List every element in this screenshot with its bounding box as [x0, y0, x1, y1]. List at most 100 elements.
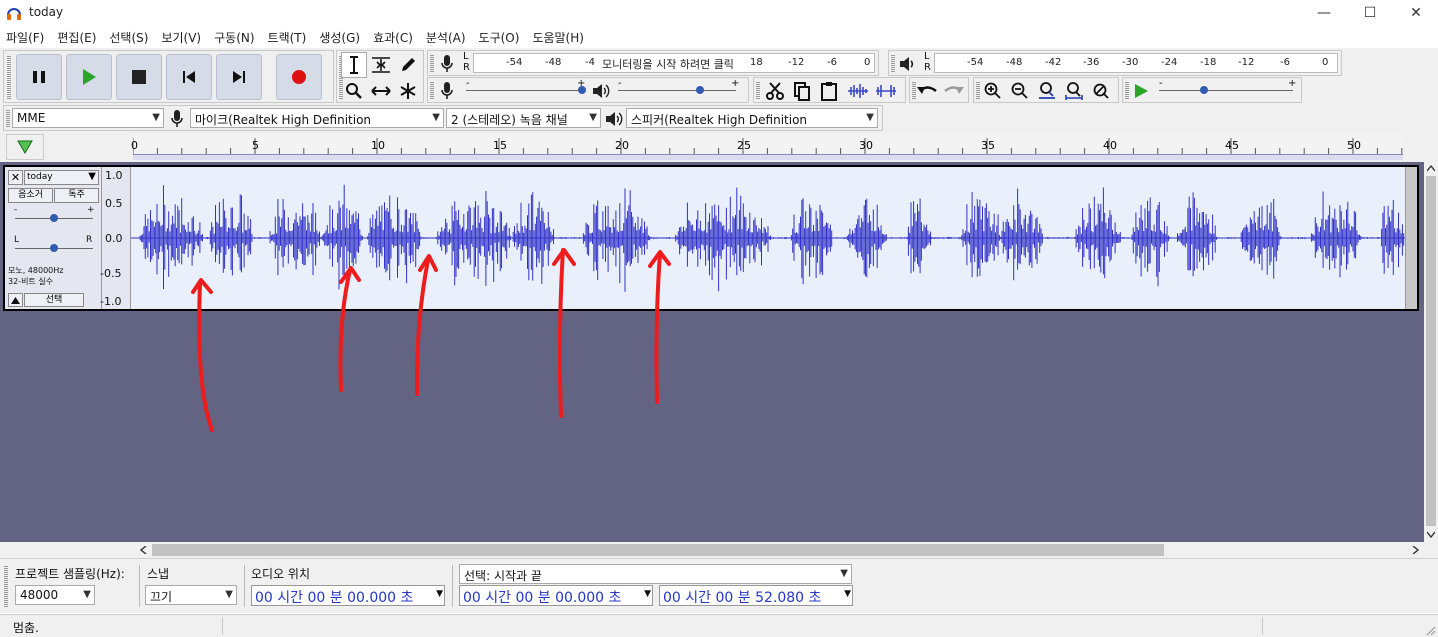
skip-to-start-button[interactable] — [166, 54, 212, 100]
toolbar-grip[interactable] — [891, 54, 895, 73]
menu-analyze[interactable]: 분석(A) — [420, 29, 473, 46]
multi-tool-button[interactable] — [395, 78, 421, 104]
pause-button[interactable] — [16, 54, 62, 100]
zoom-in-button[interactable] — [980, 78, 1006, 104]
microphone-icon[interactable] — [440, 54, 454, 74]
draw-tool-button[interactable] — [395, 52, 421, 78]
slider-track — [466, 90, 582, 91]
scrollbar-thumb[interactable] — [1426, 176, 1436, 526]
scroll-up-icon[interactable] — [1427, 165, 1435, 173]
playback-device-value: 스피커(Realtek High Definition — [631, 113, 808, 127]
slider-thumb[interactable] — [578, 86, 586, 94]
meter-tick: 0 — [864, 57, 871, 68]
speaker-icon — [606, 112, 623, 126]
meter-tick: -54 — [967, 57, 984, 68]
playback-speed-slider[interactable]: - + — [1157, 78, 1297, 100]
pinned-play-head-box[interactable] — [6, 134, 44, 160]
microphone-icon — [171, 110, 183, 127]
track-panel[interactable]: ✕ today ▼ 음소거 독주 - + L R 모노, 48000Hz 32-… — [0, 162, 1424, 542]
toolbar-grip[interactable] — [430, 81, 434, 100]
meter-tick: -48 — [545, 57, 562, 68]
toolbar-grip[interactable] — [4, 565, 8, 607]
envelope-tool-button[interactable] — [368, 52, 394, 78]
recording-device-select[interactable]: 마이크(Realtek High Definition ▼ — [190, 108, 444, 128]
undo-button[interactable] — [914, 78, 940, 104]
playback-meter[interactable]: -54 -48 -42 -36 -30 -24 -18 -12 -6 0 — [934, 53, 1338, 73]
stop-button[interactable] — [116, 54, 162, 100]
menu-select[interactable]: 선택(S) — [103, 29, 155, 46]
resize-grip-icon[interactable] — [1424, 624, 1436, 636]
horizontal-scrollbar[interactable] — [0, 542, 1438, 558]
slider-track — [618, 90, 736, 91]
fit-project-button[interactable] — [1061, 78, 1087, 104]
selection-tool-button[interactable] — [341, 52, 367, 78]
playback-device-select[interactable]: 스피커(Realtek High Definition ▼ — [626, 108, 878, 128]
slider-thumb[interactable] — [1200, 86, 1208, 94]
audio-position-timecode[interactable]: 00 시간 00 분 00.000 초 ▼ — [251, 585, 445, 606]
timeline-ruler[interactable]: 0 5 10 15 20 25 30 35 40 45 50 — [0, 132, 1438, 162]
scrollbar-thumb[interactable] — [152, 544, 1164, 556]
menu-generate[interactable]: 생성(G) — [313, 29, 367, 46]
record-button[interactable] — [276, 54, 322, 100]
close-button[interactable]: ✕ — [1393, 0, 1438, 26]
maximize-button[interactable]: ☐ — [1347, 0, 1393, 26]
record-meter[interactable]: -54 -48 -4 모니터링을 시작 하려면 클릭 18 -12 -6 0 — [473, 53, 875, 73]
time-shift-tool-button[interactable] — [368, 78, 394, 104]
meter-right-label: R — [924, 62, 931, 73]
trim-button[interactable] — [845, 78, 871, 104]
zoom-tool-button[interactable] — [341, 78, 367, 104]
recording-volume-slider[interactable]: - + — [464, 78, 586, 100]
selection-mode-select[interactable]: 선택: 시작과 끝 ▼ — [459, 564, 852, 584]
scroll-right-icon[interactable] — [1411, 546, 1419, 554]
scroll-left-icon[interactable] — [140, 546, 148, 554]
chevron-down-icon: ▼ — [436, 589, 443, 599]
monitor-hint: 모니터링을 시작 하려면 클릭 — [602, 58, 734, 71]
snap-label: 스냅 — [147, 567, 170, 581]
play-at-speed-button[interactable] — [1128, 78, 1154, 104]
speaker-icon[interactable] — [899, 55, 917, 73]
red-annotation-arrows — [191, 248, 671, 432]
double-arrow-icon — [371, 86, 391, 96]
fit-selection-button[interactable] — [1034, 78, 1060, 104]
annotation-arrow — [414, 254, 438, 396]
zoom-toggle-button[interactable] — [1088, 78, 1114, 104]
menu-effect[interactable]: 효과(C) — [367, 29, 420, 46]
menu-edit[interactable]: 편집(E) — [51, 29, 103, 46]
selection-start-value: 00 시간 00 분 00.000 초 — [463, 590, 622, 606]
i-beam-icon — [350, 56, 358, 74]
redo-button[interactable] — [941, 78, 967, 104]
selection-start-timecode[interactable]: 00 시간 00 분 00.000 초 ▼ — [459, 585, 653, 606]
copy-button[interactable] — [789, 78, 815, 104]
menu-help[interactable]: 도움말(H) — [526, 29, 591, 46]
meter-tick: -30 — [1122, 57, 1139, 68]
toolbar-grip[interactable] — [430, 54, 434, 73]
snap-select[interactable]: 끄기 ▼ — [145, 585, 237, 605]
ruler-scale[interactable]: 0 5 10 15 20 25 30 35 40 45 50 — [131, 134, 1403, 160]
divider — [139, 565, 140, 607]
project-rate-select[interactable]: 48000 ▼ — [15, 585, 95, 605]
playback-volume-slider[interactable]: - + — [616, 78, 740, 100]
zoom-out-button[interactable] — [1007, 78, 1033, 104]
menu-view[interactable]: 보기(V) — [155, 29, 208, 46]
toolbar-grip[interactable] — [6, 109, 10, 128]
menu-file[interactable]: 파일(F) — [0, 29, 51, 46]
vertical-scrollbar[interactable] — [1424, 162, 1438, 542]
menu-tools[interactable]: 도구(O) — [473, 29, 527, 46]
minimize-button[interactable]: — — [1301, 0, 1347, 26]
toolbar-grip[interactable] — [756, 81, 760, 100]
toolbar-grip[interactable] — [7, 55, 11, 99]
selection-end-timecode[interactable]: 00 시간 00 분 52.080 초 ▼ — [659, 585, 853, 606]
audio-host-select[interactable]: MME ▼ — [12, 108, 164, 128]
menu-transport[interactable]: 구동(N) — [208, 29, 261, 46]
play-button[interactable] — [66, 54, 112, 100]
cut-button[interactable] — [762, 78, 788, 104]
slider-thumb[interactable] — [696, 86, 704, 94]
meter-tick: -24 — [1161, 57, 1178, 68]
skip-to-end-button[interactable] — [216, 54, 262, 100]
paste-button[interactable] — [816, 78, 842, 104]
clipboard-icon — [821, 82, 837, 101]
scroll-down-icon[interactable] — [1427, 530, 1435, 538]
silence-button[interactable] — [873, 78, 899, 104]
recording-channels-select[interactable]: 2 (스테레오) 녹음 채널 ▼ — [446, 108, 601, 128]
menu-tracks[interactable]: 트랙(T) — [262, 29, 314, 46]
